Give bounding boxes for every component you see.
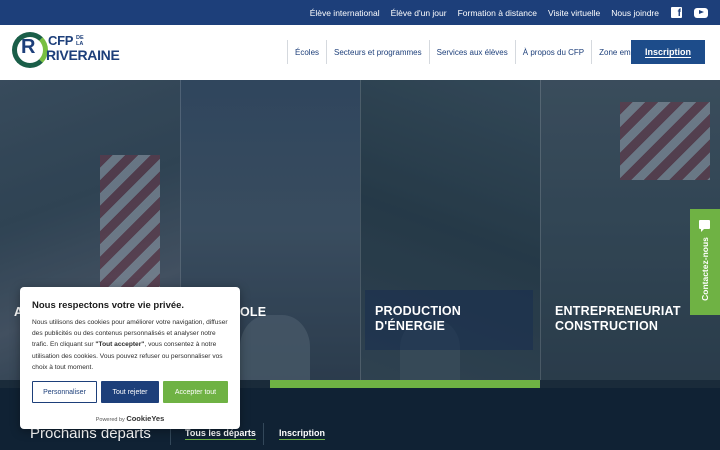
facebook-icon[interactable] <box>671 7 682 19</box>
powered-by-text: Powered by <box>95 417 125 423</box>
link-formation-distance[interactable]: Formation à distance <box>458 8 537 18</box>
all-departures-link[interactable]: Tous les départs <box>185 428 256 440</box>
departures-separator <box>263 423 264 445</box>
cookie-customize-button[interactable]: Personnaliser <box>32 381 97 403</box>
inscription-button-label: Inscription <box>644 46 691 58</box>
nav-item-services-eleves[interactable]: Services aux élèves <box>428 40 515 64</box>
nav-item-secteurs-programmes[interactable]: Secteurs et programmes <box>326 40 429 64</box>
category-tile-4-label[interactable]: ENTREPRENEURIAT CONSTRUCTION <box>555 304 695 334</box>
cookie-accept-all-button[interactable]: Accepter tout <box>163 381 228 403</box>
youtube-icon[interactable] <box>694 7 708 18</box>
logo-letter: R <box>21 36 36 58</box>
cookie-buttons: Personnaliser Tout rejeter Accepter tout <box>32 381 228 403</box>
cookie-consent-banner: Nous respectons votre vie privée. Nous u… <box>20 287 240 429</box>
nav-item-a-propos[interactable]: À propos du CFP <box>514 40 591 64</box>
tile-4-bottom-bar <box>540 380 720 388</box>
link-nous-joindre[interactable]: Nous joindre <box>611 8 659 18</box>
chat-icon <box>699 220 710 232</box>
main-nav: Écoles Secteurs et programmes Services a… <box>287 40 654 64</box>
tile-divider <box>540 80 541 380</box>
nav-item-ecoles[interactable]: Écoles <box>287 40 326 64</box>
tile-divider <box>360 80 361 380</box>
inscription-button[interactable]: Inscription <box>631 40 705 64</box>
cfp-riveraine-logo[interactable]: R CFP DE LA RIVERAINE <box>12 32 122 74</box>
category-tile-3-label[interactable]: PRODUCTION D'ÉNERGIE <box>375 304 485 334</box>
link-eleve-international[interactable]: Élève international <box>310 8 380 18</box>
category-tile-2-label[interactable]: OLE <box>240 305 266 320</box>
contact-feedback-tab[interactable]: Contactez-nous <box>690 209 720 315</box>
cookie-reject-all-button[interactable]: Tout rejeter <box>101 381 159 403</box>
link-eleve-dun-jour[interactable]: Élève d'un jour <box>391 8 447 18</box>
main-header: R CFP DE LA RIVERAINE Écoles Secteurs et… <box>0 25 720 80</box>
cookie-powered-by: Powered by CookieYes <box>20 414 240 423</box>
top-utility-bar: Élève international Élève d'un jour Form… <box>0 0 720 25</box>
logo-riveraine-text: RIVERAINE <box>46 47 120 63</box>
cookie-text-bold: "Tout accepter" <box>95 341 145 349</box>
link-visite-virtuelle[interactable]: Visite virtuelle <box>548 8 600 18</box>
cookie-text: Nous utilisons des cookies pour améliore… <box>32 317 228 373</box>
tile-active-bottom-bar <box>270 380 540 388</box>
departures-inscription-link[interactable]: Inscription <box>279 428 326 440</box>
cookieyes-logo[interactable]: CookieYes <box>126 414 164 423</box>
cookie-title: Nous respectons votre vie privée. <box>32 300 185 311</box>
logo-dela-text: DE LA <box>76 35 84 47</box>
logo-cfp-text: CFP <box>48 33 74 48</box>
contact-tab-label: Contactez-nous <box>700 237 710 301</box>
